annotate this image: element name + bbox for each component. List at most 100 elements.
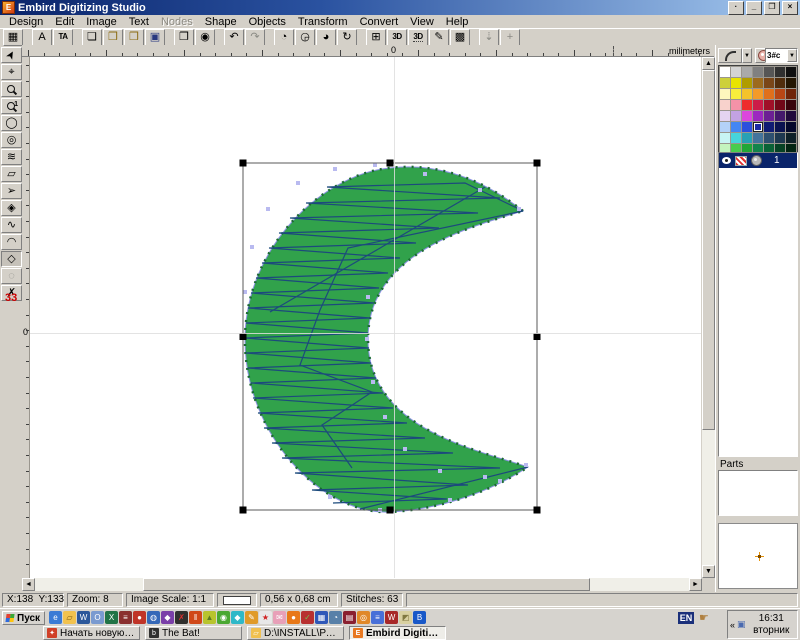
selection-handle[interactable]: [534, 333, 541, 340]
stitch-paint-button[interactable]: ✎: [429, 29, 449, 46]
palette-color-43[interactable]: [731, 133, 741, 143]
speed-meter-button[interactable]: ◶: [295, 29, 315, 46]
palette-color-41[interactable]: [786, 122, 796, 132]
close-button[interactable]: ×: [782, 1, 798, 15]
palette-color-6[interactable]: [786, 67, 796, 77]
stitch-browser-button[interactable]: ▦: [3, 29, 23, 46]
taskbar-window-0[interactable]: ✦Начать новую тему :: B...: [43, 626, 140, 640]
palette-color-45[interactable]: [753, 133, 763, 143]
connections-icon[interactable]: ≡: [371, 611, 384, 624]
palette-color-14[interactable]: [720, 89, 730, 99]
internet-explorer-icon[interactable]: e: [49, 611, 62, 624]
palette-color-20[interactable]: [786, 89, 796, 99]
palette-color-19[interactable]: [775, 89, 785, 99]
view-3d-mesh-button[interactable]: 3D: [408, 29, 428, 46]
horizontal-scrollbar[interactable]: ◄ ►: [22, 578, 702, 591]
taskbar-window-1[interactable]: bThe Bat!: [145, 626, 242, 640]
zoom-actual-tool[interactable]: 1: [1, 98, 22, 114]
palette-color-18[interactable]: [764, 89, 774, 99]
vertical-scroll-thumb[interactable]: [702, 70, 715, 430]
selection-handle[interactable]: [240, 160, 247, 167]
player-icon[interactable]: ‖: [189, 611, 202, 624]
start-button[interactable]: Пуск: [2, 611, 45, 625]
graphics-icon[interactable]: ◉: [217, 611, 230, 624]
menu-item-text[interactable]: Text: [123, 16, 155, 28]
palette-color-22[interactable]: [731, 100, 741, 110]
minimize-button[interactable]: _: [746, 1, 762, 15]
palette-color-8[interactable]: [731, 78, 741, 88]
palette-color-17[interactable]: [753, 89, 763, 99]
tools-icon[interactable]: ✓: [301, 611, 314, 624]
menu-item-edit[interactable]: Edit: [49, 16, 80, 28]
palette-color-31[interactable]: [753, 111, 763, 121]
copy-button[interactable]: ❐: [174, 29, 194, 46]
palette-color-23[interactable]: [742, 100, 752, 110]
column-shape-tool[interactable]: ▱: [1, 166, 22, 182]
palette-color-25[interactable]: [764, 100, 774, 110]
address-book-icon[interactable]: ▤: [343, 611, 356, 624]
vertical-scrollbar[interactable]: ▲ ▼: [702, 57, 715, 578]
gem-icon[interactable]: ◆: [231, 611, 244, 624]
messenger-icon[interactable]: ◆: [161, 611, 174, 624]
horizontal-scroll-thumb[interactable]: [143, 578, 590, 591]
menu-item-view[interactable]: View: [404, 16, 440, 28]
scroll-left-arrow[interactable]: ◄: [22, 578, 35, 591]
new-design-button[interactable]: ❏: [82, 29, 102, 46]
tray-expand-button[interactable]: «: [730, 620, 735, 630]
outline-shape-tool[interactable]: ◎: [1, 132, 22, 148]
excel-icon[interactable]: X: [105, 611, 118, 624]
palette-color-15[interactable]: [731, 89, 741, 99]
view-3d-button[interactable]: 3D: [387, 29, 407, 46]
globe-icon[interactable]: ◔: [329, 611, 342, 624]
palette-color-35[interactable]: [720, 122, 730, 132]
library-icon[interactable]: ≡: [119, 611, 132, 624]
palette-color-38[interactable]: [753, 122, 763, 132]
import-design-button[interactable]: ❒: [124, 29, 144, 46]
chevron-down-icon[interactable]: ▼: [787, 49, 797, 62]
scroll-up-arrow[interactable]: ▲: [702, 57, 715, 70]
zigzag-tool[interactable]: ∿: [1, 217, 22, 233]
window-3d-button[interactable]: ⊞: [366, 29, 386, 46]
palette-color-16[interactable]: [742, 89, 752, 99]
menu-item-transform[interactable]: Transform: [292, 16, 354, 28]
palette-color-3[interactable]: [753, 67, 763, 77]
design-canvas[interactable]: [30, 57, 701, 578]
scroll-down-arrow[interactable]: ▼: [702, 565, 715, 578]
palette-color-26[interactable]: [775, 100, 785, 110]
menu-item-help[interactable]: Help: [440, 16, 475, 28]
monogram-button[interactable]: TA: [53, 29, 73, 46]
spreadsheet-icon[interactable]: ▦: [315, 611, 328, 624]
palette-color-30[interactable]: [742, 111, 752, 121]
menu-item-design[interactable]: Design: [3, 16, 49, 28]
media-player-icon[interactable]: ●: [133, 611, 146, 624]
palette-color-7[interactable]: [720, 78, 730, 88]
selection-handle[interactable]: [534, 160, 541, 167]
palette-color-37[interactable]: [742, 122, 752, 132]
dictionary-icon[interactable]: W: [385, 611, 398, 624]
editor-icon[interactable]: ✎: [245, 611, 258, 624]
my-documents-icon[interactable]: ▱: [63, 611, 76, 624]
rotate-view-button[interactable]: ↻: [337, 29, 357, 46]
word-icon[interactable]: W: [77, 611, 90, 624]
lettering-button[interactable]: A: [32, 29, 52, 46]
palette-color-1[interactable]: [731, 67, 741, 77]
restore-button[interactable]: ❐: [764, 1, 780, 15]
menu-item-image[interactable]: Image: [80, 16, 123, 28]
thread-catalog-select[interactable]: 3#c ▼: [765, 48, 798, 63]
selection-handle[interactable]: [240, 507, 247, 514]
connection-tool[interactable]: ◇: [1, 251, 22, 267]
palette-color-42[interactable]: [720, 133, 730, 143]
selection-handle[interactable]: [387, 160, 394, 167]
palette-color-44[interactable]: [742, 133, 752, 143]
zoom-tool[interactable]: [1, 81, 22, 97]
palette-color-33[interactable]: [775, 111, 785, 121]
palette-color-0[interactable]: [720, 67, 730, 77]
palette-color-34[interactable]: [786, 111, 796, 121]
curve-style-button[interactable]: [718, 48, 742, 63]
visibility-eye-icon[interactable]: [722, 157, 731, 164]
manual-stitch-tool[interactable]: ◈: [1, 200, 22, 216]
language-indicator[interactable]: EN: [678, 612, 694, 624]
layers-list[interactable]: 1: [718, 152, 798, 457]
menu-item-objects[interactable]: Objects: [243, 16, 292, 28]
palette-color-46[interactable]: [764, 133, 774, 143]
